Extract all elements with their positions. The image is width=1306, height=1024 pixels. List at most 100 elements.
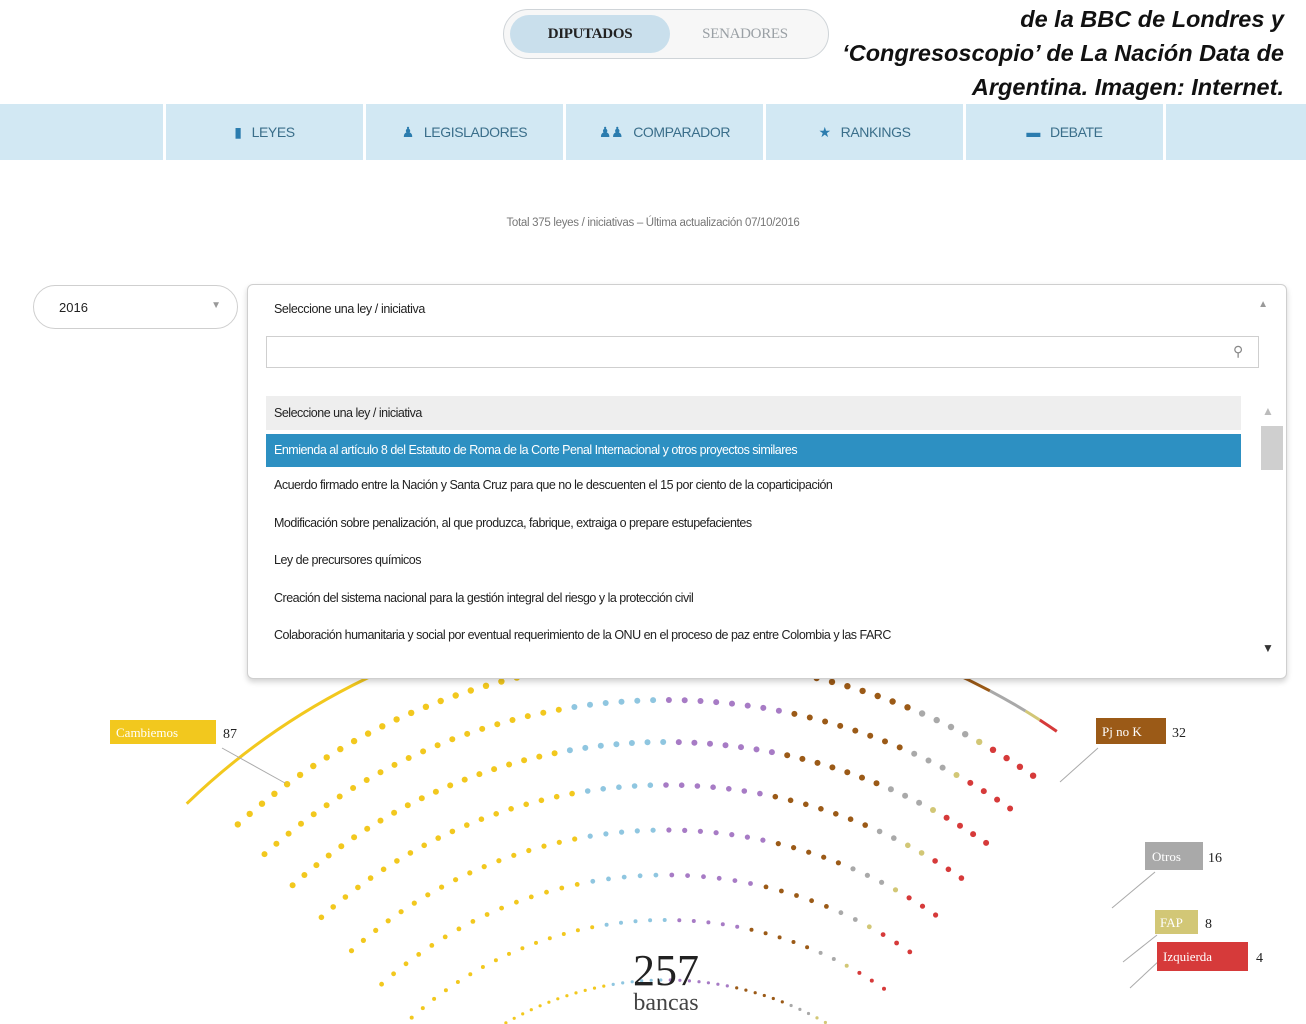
seat-dot xyxy=(508,806,514,812)
law-select-value[interactable]: Seleccione una ley / iniciativa xyxy=(274,302,425,316)
seat-dot xyxy=(824,904,829,909)
label-otros: Otros 16 xyxy=(1111,842,1222,909)
seat-dot xyxy=(380,866,387,873)
seat-dot xyxy=(789,1003,793,1008)
seat-dot xyxy=(452,692,459,699)
seat-dot xyxy=(681,697,688,704)
seat-dot xyxy=(411,900,417,906)
seat-dot xyxy=(509,717,516,723)
seat-dot xyxy=(1029,772,1037,779)
list-item[interactable]: Creación del sistema nacional para la ge… xyxy=(266,580,1241,618)
seat-dot xyxy=(336,793,343,800)
seat-dot xyxy=(1007,805,1014,812)
seat-dot xyxy=(507,951,511,956)
seat-dot xyxy=(379,723,386,730)
seat-dot xyxy=(408,709,415,717)
seat-dot xyxy=(980,788,987,795)
seat-dot xyxy=(806,849,812,855)
seat-dot xyxy=(880,932,886,937)
seat-dot xyxy=(633,919,638,924)
seat-dot xyxy=(611,982,615,987)
seat-dot xyxy=(538,1004,542,1008)
list-item[interactable]: Ley de precursores químicos xyxy=(266,542,1241,580)
seat-dot xyxy=(541,843,547,849)
seat-dot xyxy=(916,799,923,806)
seat-dot xyxy=(455,980,460,984)
seat-dot xyxy=(464,730,471,737)
scroll-thumb[interactable] xyxy=(1261,426,1283,470)
list-item[interactable]: Colaboración humanitaria y social por ev… xyxy=(266,617,1241,655)
seat-dot xyxy=(587,701,593,708)
seat-dot xyxy=(520,946,525,951)
seat-dot xyxy=(678,782,685,788)
scrollbar[interactable]: ▲ ▼ xyxy=(1259,396,1285,666)
seat-dot xyxy=(480,965,485,969)
seat-dot xyxy=(600,786,606,792)
seat-dot xyxy=(442,934,448,940)
seat-dot xyxy=(794,893,799,898)
seat-dot xyxy=(697,828,704,834)
seat-dot xyxy=(619,829,625,835)
seat-dot xyxy=(760,837,766,843)
total-seats-value: 257 xyxy=(633,946,699,995)
seat-dot xyxy=(644,739,651,746)
scroll-up-icon[interactable]: ▲ xyxy=(1262,404,1274,418)
image-caption: de la BBC de Londres y ‘Congresoscopio’ … xyxy=(842,6,1284,100)
seat-dot xyxy=(556,997,560,1001)
seat-dot xyxy=(694,783,701,789)
label-pj-no-k: Pj no K 32 xyxy=(1059,718,1186,783)
law-select-dropdown[interactable]: Seleccione una ley / iniciativa ▲ ⚲ Sele… xyxy=(247,284,1287,679)
seat-dot xyxy=(464,822,470,828)
seat-dot xyxy=(682,827,688,834)
seat-dot xyxy=(828,678,836,686)
seat-dot xyxy=(844,683,851,690)
seat-dot xyxy=(787,797,794,804)
seat-dot xyxy=(534,940,538,945)
seat-dot xyxy=(713,699,720,706)
label-cambiemos: Cambiemos 87 xyxy=(110,720,286,784)
seat-dot xyxy=(363,777,370,783)
seat-dot xyxy=(547,936,552,941)
seat-dot xyxy=(716,875,722,881)
bloc-name: FAP xyxy=(1160,915,1183,930)
seat-dot xyxy=(791,940,796,944)
seat-dot xyxy=(647,782,654,788)
seat-dot xyxy=(514,899,519,905)
seat-dot xyxy=(650,697,657,704)
seat-dot xyxy=(261,851,268,858)
bloc-seats: 16 xyxy=(1208,851,1222,866)
seat-dot xyxy=(933,912,939,918)
seat-dot xyxy=(777,935,782,940)
seat-dot xyxy=(350,785,357,791)
list-item[interactable]: Seleccione una ley / iniciativa xyxy=(266,396,1241,430)
seat-dot xyxy=(405,755,412,761)
seat-dot xyxy=(511,852,517,858)
seat-dot xyxy=(435,835,442,841)
seat-dot xyxy=(729,832,735,838)
seat-dot xyxy=(857,970,862,975)
seat-dot xyxy=(351,834,358,841)
seat-dot xyxy=(675,739,682,746)
list-item[interactable]: Modificación sobre penalización, al que … xyxy=(266,505,1241,543)
seat-dot xyxy=(706,920,711,925)
law-search-input[interactable] xyxy=(266,336,1259,368)
seat-dot xyxy=(892,887,899,893)
seat-dot xyxy=(706,981,711,985)
seat-dot xyxy=(481,864,487,870)
seat-dot xyxy=(338,843,345,850)
seat-dot xyxy=(350,737,358,745)
seat-dot xyxy=(571,704,578,710)
list-item[interactable]: Enmienda al artículo 8 del Estatuto de R… xyxy=(266,434,1241,467)
chevron-up-icon[interactable]: ▲ xyxy=(1258,299,1268,310)
seat-dot xyxy=(748,881,753,886)
seat-dot xyxy=(526,847,532,854)
seat-dot xyxy=(779,888,784,894)
list-item[interactable]: Acuerdo firmado entre la Nación y Santa … xyxy=(266,467,1241,505)
scroll-down-icon[interactable]: ▼ xyxy=(1262,641,1274,655)
seat-dot xyxy=(653,872,659,878)
bloc-name: Izquierda xyxy=(1163,949,1212,964)
seat-dot xyxy=(744,988,748,992)
seat-dot xyxy=(310,811,317,818)
seat-dot xyxy=(618,698,625,705)
seat-dot xyxy=(707,740,713,747)
